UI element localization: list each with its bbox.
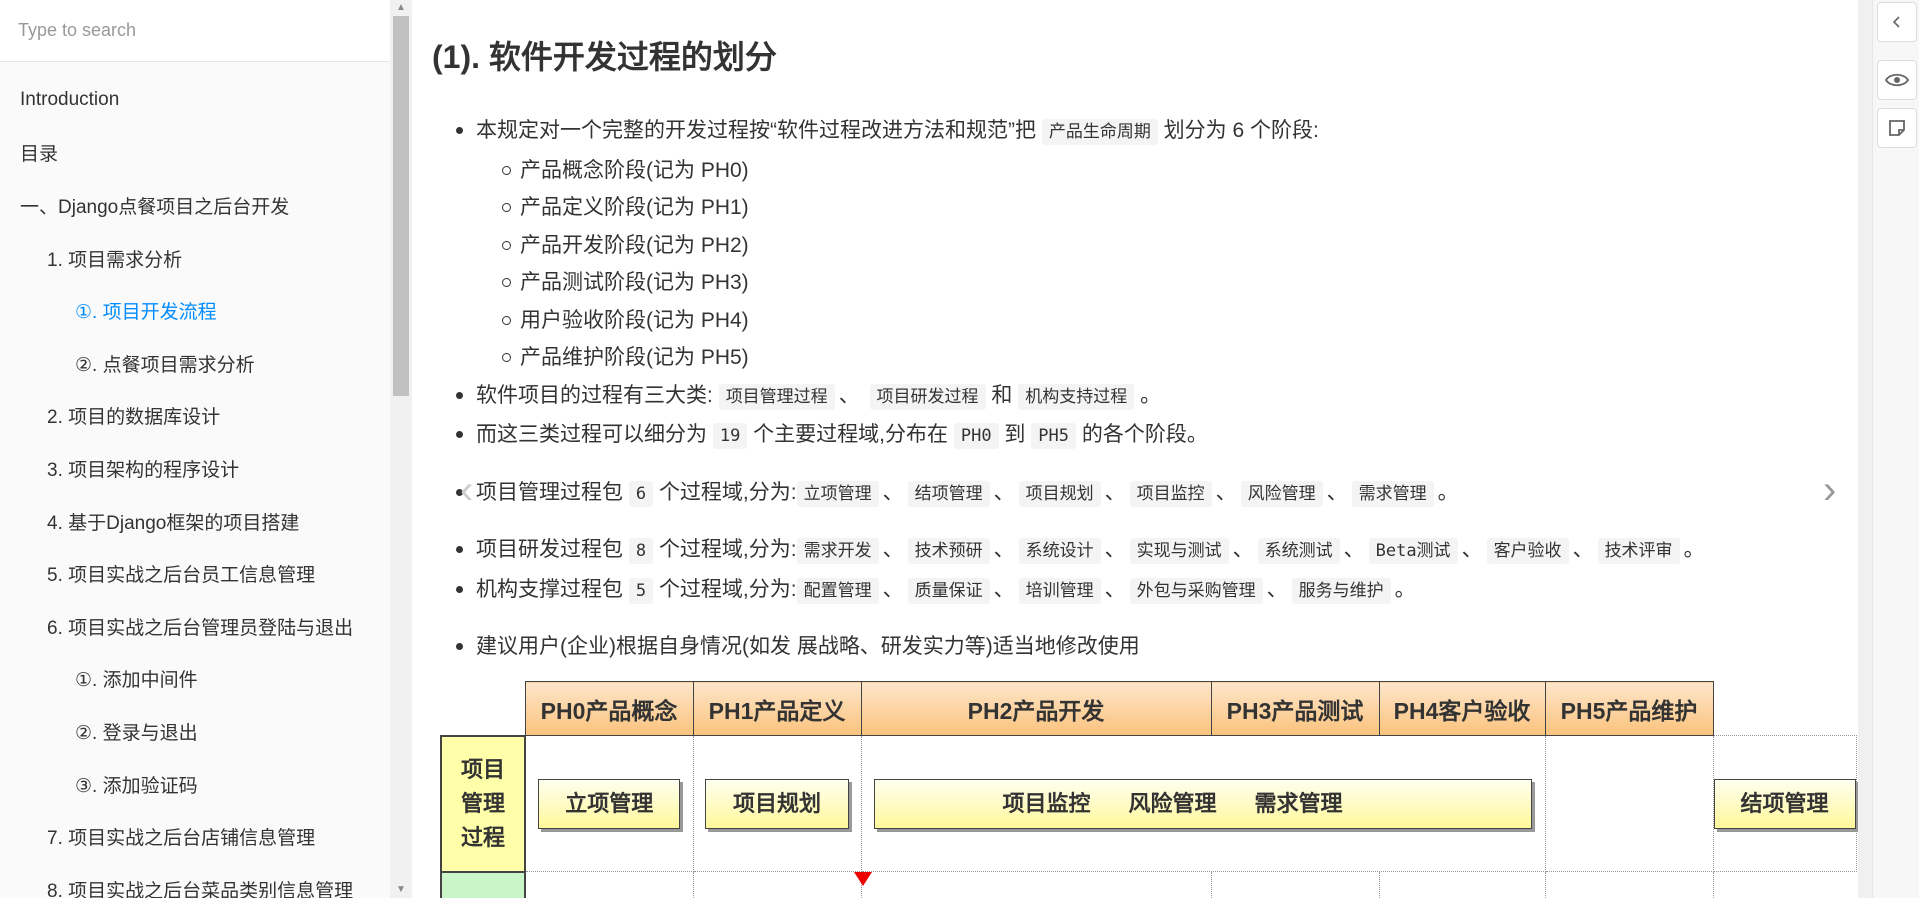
sidebar-item[interactable]: 7. 项目实战之后台店铺信息管理: [0, 810, 390, 863]
process-area-code: 技术评审: [1597, 538, 1680, 564]
phase-header: PH5产品维护: [1544, 681, 1714, 736]
phase-item: 产品测试阶段(记为 PH3): [476, 264, 1852, 302]
process-box: 结项管理: [1713, 778, 1856, 829]
sidebar-item[interactable]: ①. 项目开发流程: [0, 284, 390, 337]
process-area-code: Beta测试: [1368, 538, 1458, 564]
lifecycle-figure: PH0产品概念 PH1产品定义 PH2产品开发 PH3产品测试 PH4客户验收 …: [440, 681, 1857, 898]
sidebar-item[interactable]: 5. 项目实战之后台员工信息管理: [0, 547, 390, 600]
process-area-code: 风险管理: [1240, 480, 1323, 507]
scroll-down-arrow-icon[interactable]: ▼: [395, 884, 407, 896]
process-area-code: 项目监控: [1129, 480, 1212, 507]
row-label: 项目 管理 过程: [440, 734, 526, 873]
process-area-code: 服务与维护: [1291, 577, 1391, 604]
phase-header: PH1产品定义: [692, 681, 862, 736]
process-area-code: 质量保证: [907, 577, 990, 604]
list-item: 建议用户(企业)根据自身情况(如发 展战略、研发实力等)适当地修改使用: [432, 628, 1852, 666]
page-title: (1). 软件开发过程的划分: [432, 39, 777, 75]
process-area-code: 需求管理: [1351, 480, 1434, 507]
list-item: 项目研发过程包 8 个过程域,分为: 需求开发、技术预研、系统设计、实现与测试、系…: [432, 531, 1852, 571]
sidebar-item[interactable]: ①. 添加中间件: [0, 653, 390, 706]
phase-list: 产品概念阶段(记为 PH0) 产品定义阶段(记为 PH1) 产品开发阶段(记为 PH…: [476, 152, 1852, 377]
search-box: [0, 0, 390, 62]
sidebar-item[interactable]: 1. 项目需求分析: [0, 232, 390, 285]
sidebar: Introduction目录一、Django点餐项目之后台开发1. 项目需求分析…: [0, 0, 412, 898]
row-label: [440, 870, 526, 898]
phase-header: PH3产品测试: [1210, 681, 1380, 736]
note-button[interactable]: [1877, 108, 1917, 148]
milestone-marker-icon: [853, 872, 872, 886]
scroll-up-arrow-icon[interactable]: ▲: [395, 2, 407, 14]
collapse-button[interactable]: [1877, 2, 1917, 42]
process-area-code: 技术预研: [907, 538, 990, 564]
phase-header: PH4客户验收: [1378, 681, 1546, 736]
list-item: 本规定对一个完整的开发过程按“软件过程改进方法和规范”把 产品生命周期 划分为 …: [432, 112, 1852, 377]
sidebar-item[interactable]: 4. 基于Django框架的项目搭建: [0, 495, 390, 548]
phase-header: PH2产品开发: [860, 681, 1212, 736]
list-item: 而这三类过程可以细分为 19 个主要过程域,分布在 PH0 到 PH5 的各个阶…: [432, 416, 1852, 456]
phase-item: 用户验收阶段(记为 PH4): [476, 302, 1852, 340]
process-area-code: 系统测试: [1257, 538, 1340, 564]
process-area-code: 实现与测试: [1129, 538, 1229, 564]
process-area-code: 培训管理: [1018, 577, 1101, 604]
phase-item: 产品定义阶段(记为 PH1): [476, 189, 1852, 227]
sidebar-item[interactable]: 目录: [0, 127, 390, 180]
eye-icon: [1885, 73, 1909, 87]
article-body: 本规定对一个完整的开发过程按“软件过程改进方法和规范”把 产品生命周期 划分为 …: [432, 112, 1852, 666]
search-input[interactable]: [18, 20, 368, 41]
right-toolbar: [1872, 0, 1919, 898]
note-icon: [1889, 120, 1905, 136]
table-of-contents: Introduction 目录 一、Django点餐项目之后台开发 1. 项目需求分析…: [0, 62, 390, 898]
phase-item: 产品开发阶段(记为 PH2): [476, 227, 1852, 265]
sidebar-item[interactable]: ②. 点餐项目需求分析: [0, 337, 390, 390]
content-scrollbar[interactable]: [1858, 0, 1872, 898]
process-area-code: 系统设计: [1018, 538, 1101, 564]
process-box: 项目监控 风险管理 需求管理: [873, 778, 1532, 829]
sidebar-item[interactable]: 2. 项目的数据库设计: [0, 390, 390, 443]
sidebar-item[interactable]: 一、Django点餐项目之后台开发: [0, 179, 390, 232]
main-content: (1). 软件开发过程的划分 本规定对一个完整的开发过程按“软件过程改进方法和规…: [412, 0, 1872, 898]
process-area-code: 立项管理: [796, 480, 879, 507]
sidebar-scrollbar-thumb[interactable]: [393, 16, 409, 396]
preview-button[interactable]: [1877, 60, 1917, 100]
process-area-code: 客户验收: [1486, 538, 1569, 564]
list-item: 机构支撑过程包 5 个过程域,分为: 配置管理、质量保证、培训管理、外包与采购管理…: [432, 571, 1852, 611]
prev-page-chevron-icon[interactable]: ‹: [460, 468, 473, 513]
sidebar-item[interactable]: 6. 项目实战之后台管理员登陆与退出: [0, 600, 390, 653]
process-box: 立项管理: [538, 778, 681, 829]
phase-item: 产品维护阶段(记为 PH5): [476, 339, 1852, 377]
phase-item: 产品概念阶段(记为 PH0): [476, 152, 1852, 190]
sidebar-item[interactable]: ③. 添加验证码: [0, 758, 390, 811]
process-area-code: 配置管理: [796, 577, 879, 604]
sidebar-item[interactable]: Introduction: [0, 74, 390, 127]
next-page-chevron-icon[interactable]: ›: [1823, 468, 1836, 513]
phase-header: PH0产品概念: [524, 681, 694, 736]
sidebar-item[interactable]: 3. 项目架构的程序设计: [0, 442, 390, 495]
sidebar-item[interactable]: ②. 登录与退出: [0, 705, 390, 758]
sidebar-item[interactable]: 8. 项目实战之后台菜品类别信息管理: [0, 863, 390, 898]
process-area-code: 项目规划: [1018, 480, 1101, 507]
process-area-code: 需求开发: [796, 538, 879, 564]
list-item: 软件项目的过程有三大类: 项目管理过程、 项目研发过程 和 机构支持过程 。: [432, 377, 1852, 417]
process-box: 项目规划: [705, 778, 849, 829]
list-item: 项目管理过程包 6 个过程域,分为: 立项管理、结项管理、项目规划、项目监控、风险…: [432, 474, 1852, 514]
process-area-code: 外包与采购管理: [1129, 577, 1263, 604]
process-area-code: 结项管理: [907, 480, 990, 507]
chevron-left-icon: [1892, 16, 1900, 28]
